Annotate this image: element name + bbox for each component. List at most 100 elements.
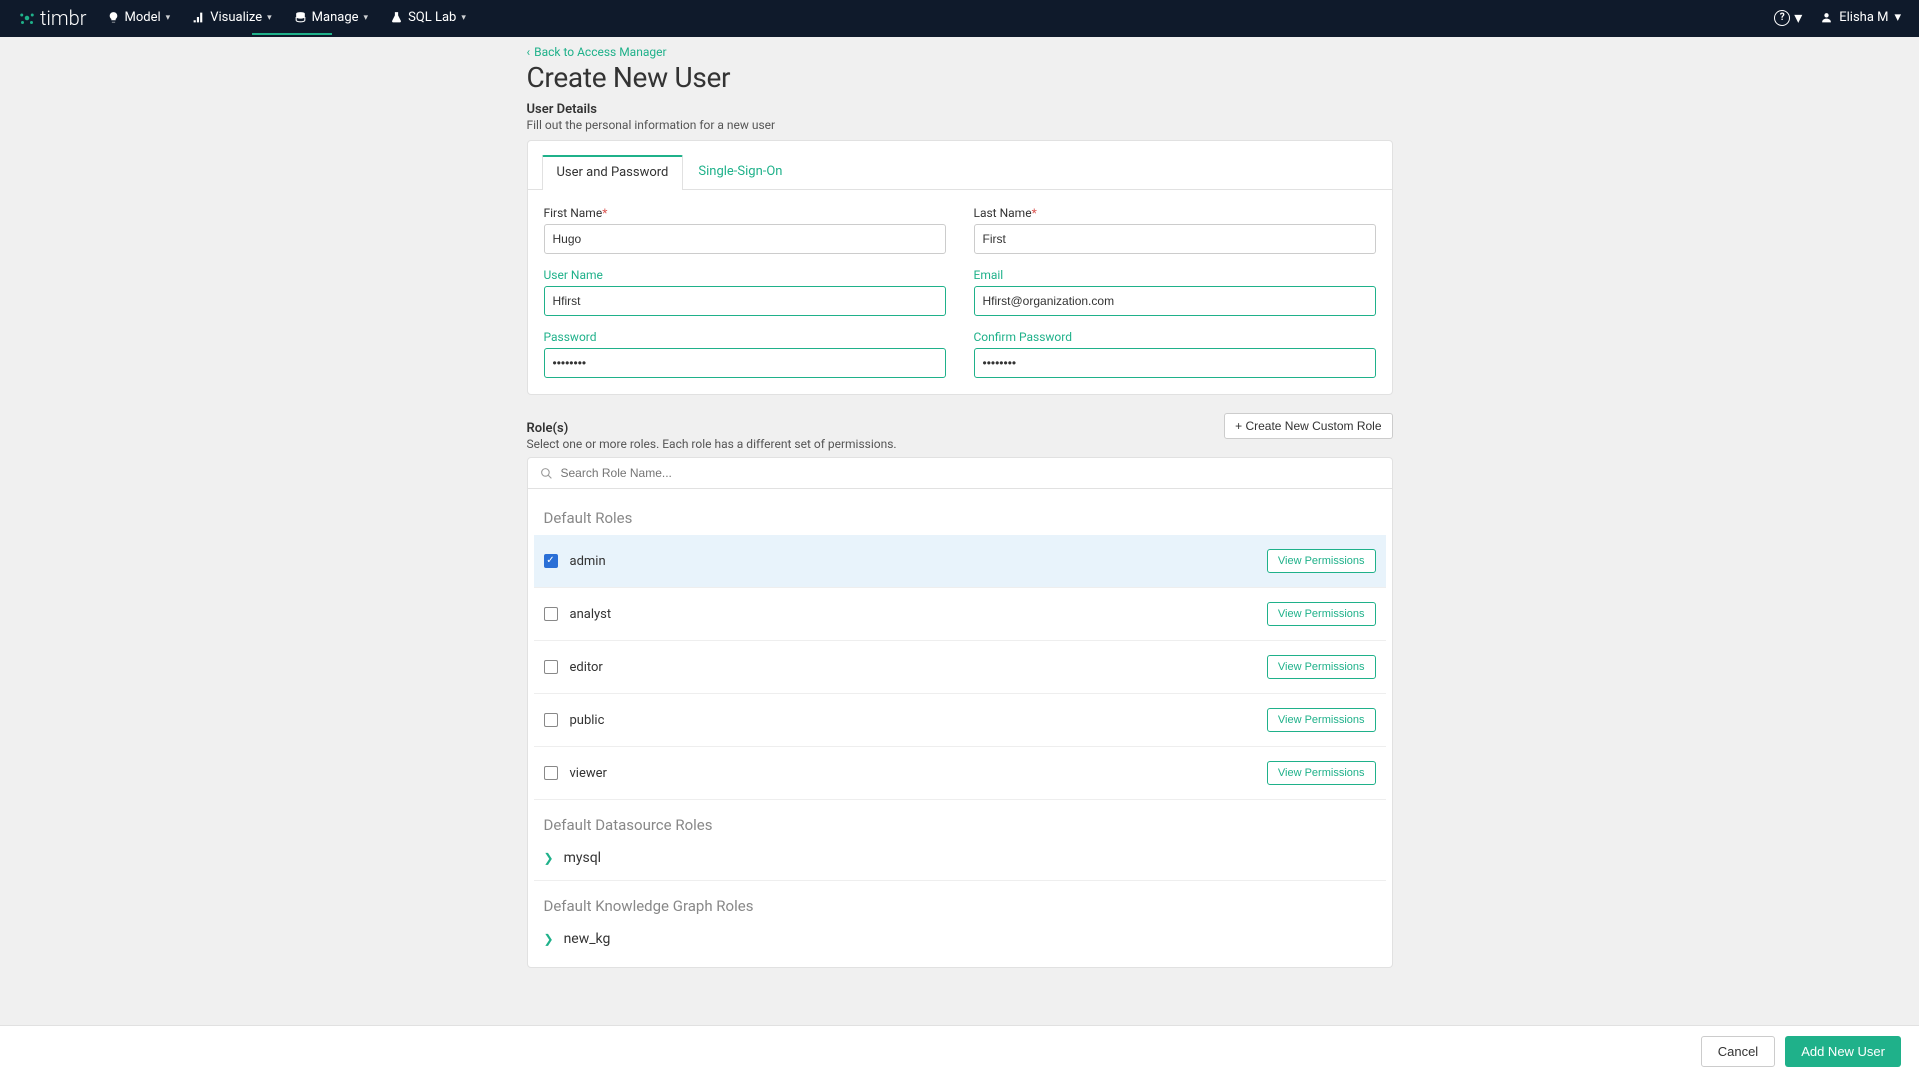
default-roles-heading: Default Roles [534,503,1386,535]
nav-label: Model [125,10,161,25]
tabs: User and Password Single-Sign-On [528,141,1392,190]
password-label: Password [544,330,946,344]
add-new-user-button[interactable]: Add New User [1785,1036,1901,1067]
role-row: editor View Permissions [534,641,1386,694]
view-permissions-button[interactable]: View Permissions [1267,708,1376,732]
chevron-left-icon: ‹ [527,45,531,59]
user-details-title: User Details [527,102,1393,117]
role-name-label: analyst [570,607,612,622]
nav-menu: Model ▾ Visualize ▾ Manage ▾ SQL Lab ▾ [107,10,466,25]
search-icon [540,467,553,480]
kg-role-name: new_kg [564,931,611,947]
confirm-password-label: Confirm Password [974,330,1376,344]
expand-icon[interactable]: ❯ [544,932,554,946]
role-name-label: viewer [570,766,607,781]
chevron-down-icon: ▾ [267,13,272,23]
back-link-label: Back to Access Manager [534,45,666,59]
nav-item-visualize[interactable]: Visualize ▾ [192,10,271,25]
brand-name: timbr [40,6,87,30]
page-title: Create New User [527,61,1393,94]
chart-icon [192,11,205,24]
tab-sso[interactable]: Single-Sign-On [683,155,797,190]
nav-right: ? ▾ Elisha M ▾ [1774,8,1901,27]
datasource-role-name: mysql [564,850,602,866]
chevron-down-icon: ▾ [461,13,466,23]
user-name-label: Elisha M [1839,10,1888,25]
role-checkbox[interactable] [544,713,558,727]
roles-list: Default Roles admin View Permissions ana… [528,489,1392,967]
user-name-field[interactable] [544,286,946,316]
logo-icon [18,9,36,27]
role-row: admin View Permissions [534,535,1386,588]
role-name-label: public [570,713,605,728]
chevron-down-icon: ▾ [1894,10,1901,25]
datasource-role-row[interactable]: ❯ mysql [534,842,1386,881]
chevron-down-icon: ▾ [1794,8,1802,27]
user-name-field-group: User Name [544,268,946,316]
roles-header: Role(s) Select one or more roles. Each r… [527,413,1393,451]
last-name-label: Last Name* [974,206,1376,220]
nav-label: Visualize [210,10,262,25]
chevron-down-icon: ▾ [166,13,171,23]
view-permissions-button[interactable]: View Permissions [1267,761,1376,785]
nav-item-model[interactable]: Model ▾ [107,10,171,25]
nav-accent [0,35,1919,37]
back-link[interactable]: ‹ Back to Access Manager [527,45,1393,59]
confirm-password-field[interactable] [974,348,1376,378]
nav-item-manage[interactable]: Manage ▾ [294,10,368,25]
page-content: ‹ Back to Access Manager Create New User… [527,37,1393,1048]
last-name-field-group: Last Name* [974,206,1376,254]
view-permissions-button[interactable]: View Permissions [1267,602,1376,626]
role-checkbox[interactable] [544,554,558,568]
help-menu[interactable]: ? ▾ [1774,8,1802,27]
form: First Name* Last Name* User Name Email P… [528,190,1392,394]
role-search-bar [528,458,1392,489]
flask-icon [390,11,403,24]
user-details-desc: Fill out the personal information for a … [527,118,1393,132]
role-checkbox[interactable] [544,660,558,674]
kg-roles-heading: Default Knowledge Graph Roles [534,891,1386,923]
footer-actions: Cancel Add New User [0,1025,1919,1077]
role-search-input[interactable] [561,466,1380,480]
roles-card: Default Roles admin View Permissions ana… [527,457,1393,968]
expand-icon[interactable]: ❯ [544,851,554,865]
role-name-label: editor [570,660,603,675]
tab-user-password[interactable]: User and Password [542,155,684,190]
cancel-button[interactable]: Cancel [1701,1036,1775,1067]
email-field-group: Email [974,268,1376,316]
kg-role-row[interactable]: ❯ new_kg [534,923,1386,961]
first-name-field[interactable] [544,224,946,254]
nav-label: Manage [312,10,359,25]
role-row: viewer View Permissions [534,747,1386,800]
nav-label: SQL Lab [408,10,456,25]
confirm-password-field-group: Confirm Password [974,330,1376,378]
user-name-label: User Name [544,268,946,282]
password-field[interactable] [544,348,946,378]
help-icon: ? [1774,10,1790,26]
role-row: analyst View Permissions [534,588,1386,641]
lightbulb-icon [107,11,120,24]
roles-title: Role(s) [527,421,897,436]
user-icon [1820,11,1833,24]
brand-logo[interactable]: timbr [18,6,87,30]
database-icon [294,11,307,24]
email-label: Email [974,268,1376,282]
user-details-card: User and Password Single-Sign-On First N… [527,140,1393,395]
role-checkbox[interactable] [544,766,558,780]
nav-item-sqllab[interactable]: SQL Lab ▾ [390,10,466,25]
email-field[interactable] [974,286,1376,316]
role-row: public View Permissions [534,694,1386,747]
role-name-label: admin [570,554,606,569]
role-checkbox[interactable] [544,607,558,621]
view-permissions-button[interactable]: View Permissions [1267,655,1376,679]
datasource-roles-heading: Default Datasource Roles [534,810,1386,842]
user-menu[interactable]: Elisha M ▾ [1820,10,1901,25]
roles-desc: Select one or more roles. Each role has … [527,437,897,451]
first-name-field-group: First Name* [544,206,946,254]
create-custom-role-button[interactable]: + Create New Custom Role [1224,413,1392,439]
last-name-field[interactable] [974,224,1376,254]
view-permissions-button[interactable]: View Permissions [1267,549,1376,573]
password-field-group: Password [544,330,946,378]
first-name-label: First Name* [544,206,946,220]
top-nav: timbr Model ▾ Visualize ▾ Manage ▾ SQL L… [0,0,1919,35]
